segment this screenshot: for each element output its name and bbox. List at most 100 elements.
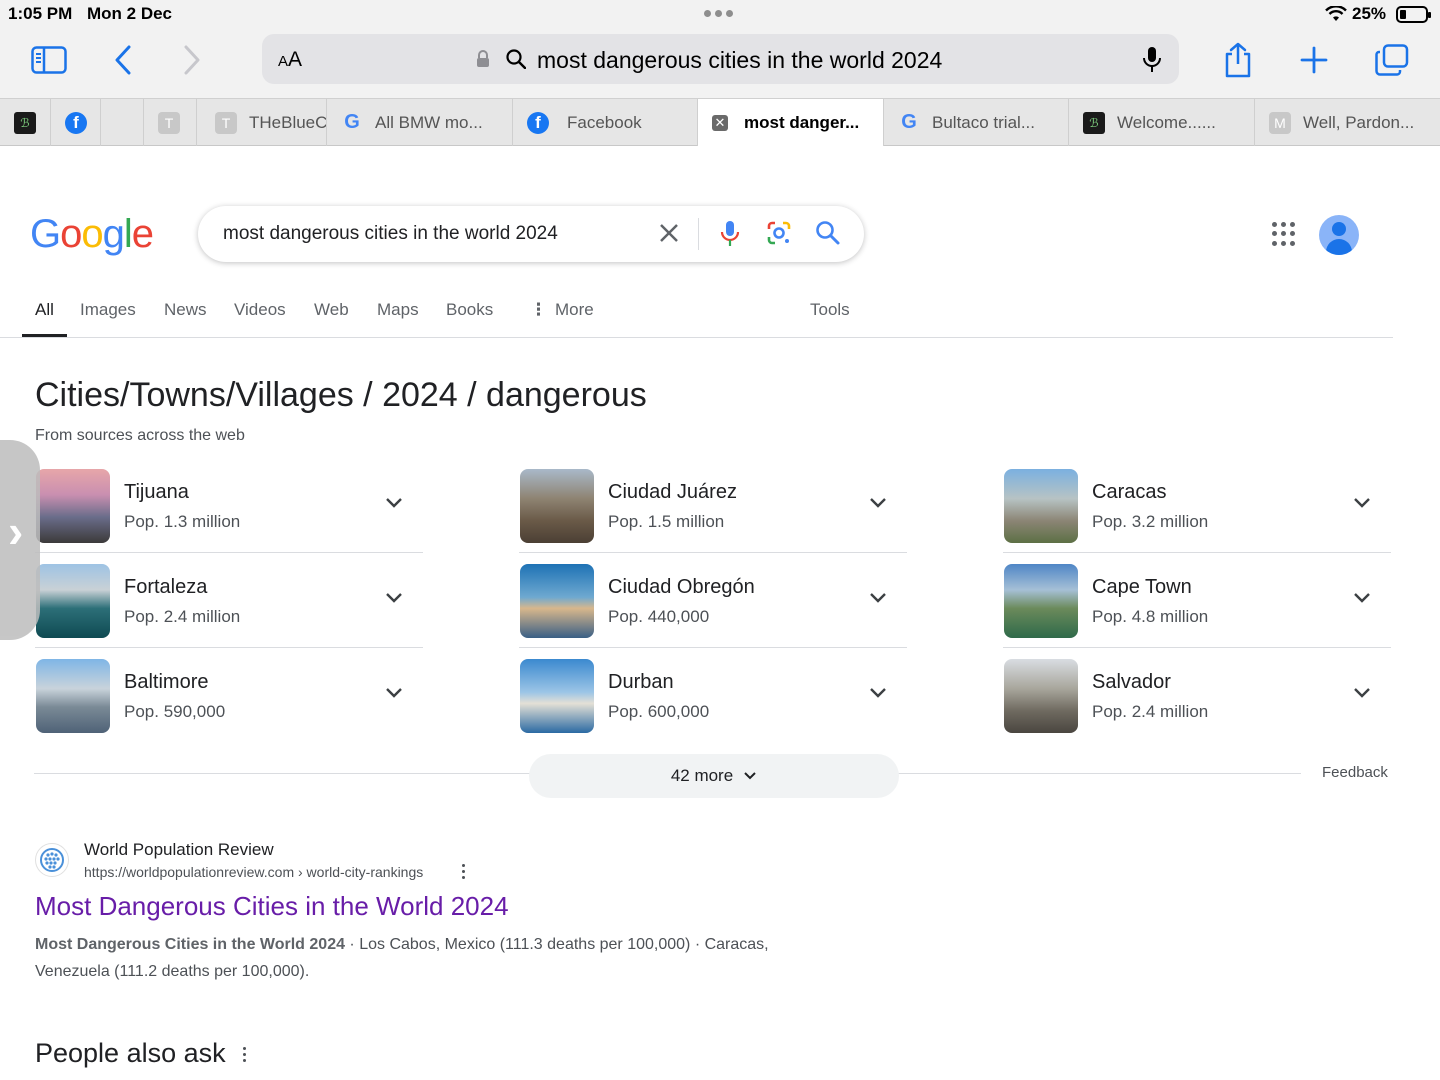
chevron-down-icon[interactable] (385, 687, 403, 699)
panel-subheading: From sources across the web (35, 427, 245, 444)
tab-item[interactable]: G Bultaco trial... (884, 99, 1069, 146)
tab-maps[interactable]: Maps (377, 300, 419, 320)
clear-icon[interactable] (656, 220, 682, 246)
city-thumbnail[interactable] (520, 564, 594, 638)
tab-news[interactable]: News (164, 300, 207, 320)
city-result-item[interactable]: Durban Pop. 600,000 (519, 659, 907, 743)
tab-item[interactable]: f Facebook (513, 99, 698, 146)
divider (698, 218, 699, 250)
chevron-down-icon[interactable] (869, 592, 887, 604)
tab-all[interactable]: All (22, 300, 67, 337)
chevron-down-icon[interactable] (1353, 687, 1371, 699)
close-icon[interactable]: ✕ (712, 114, 728, 131)
chevron-down-icon (744, 772, 756, 780)
tab-tools[interactable]: Tools (810, 300, 850, 320)
tab-item-active[interactable]: ✕ most danger... (698, 99, 884, 146)
google-apps-icon[interactable] (1272, 222, 1296, 246)
forward-icon[interactable] (172, 42, 212, 78)
city-thumbnail[interactable] (36, 564, 110, 638)
new-tab-icon[interactable] (1294, 42, 1334, 78)
divider (1003, 552, 1391, 553)
tab-videos[interactable]: Videos (234, 300, 286, 320)
city-name: Ciudad Obregón (608, 576, 755, 598)
city-result-item[interactable]: Fortaleza Pop. 2.4 million (35, 564, 423, 648)
result-url[interactable]: https://worldpopulationreview.com › worl… (84, 864, 423, 880)
city-thumbnail[interactable] (520, 469, 594, 543)
chevron-down-icon[interactable] (385, 592, 403, 604)
tab-item[interactable]: T THeBlueC (197, 99, 327, 146)
city-result-item[interactable]: Cape Town Pop. 4.8 million (1003, 564, 1391, 648)
google-lens-icon[interactable] (766, 220, 792, 246)
tab-web[interactable]: Web (314, 300, 349, 320)
city-thumbnail[interactable] (520, 659, 594, 733)
tab-books[interactable]: Books (446, 300, 493, 320)
more-options-icon[interactable] (243, 1047, 246, 1062)
search-query[interactable]: most dangerous cities in the world 2024 (223, 223, 558, 245)
address-bar[interactable]: AA most dangerous cities in the world 20… (262, 34, 1179, 84)
city-population: Pop. 600,000 (608, 702, 710, 721)
status-bar: 1:05 PM Mon 2 Dec 25% (0, 0, 1440, 30)
tab-item[interactable]: f (51, 99, 101, 146)
city-result-item[interactable]: Baltimore Pop. 590,000 (35, 659, 423, 743)
people-also-ask-heading: People also ask (35, 1038, 226, 1068)
city-thumbnail[interactable] (36, 469, 110, 543)
google-search-box[interactable]: most dangerous cities in the world 2024 (198, 206, 864, 262)
city-name: Baltimore (124, 671, 209, 693)
city-name: Caracas (1092, 481, 1167, 503)
feedback-link[interactable]: Feedback (1322, 764, 1388, 781)
city-thumbnail[interactable] (1004, 659, 1078, 733)
back-icon[interactable] (103, 42, 143, 78)
sidebar-toggle-icon[interactable] (29, 42, 69, 78)
chevron-down-icon[interactable] (385, 497, 403, 509)
facebook-icon: f (527, 111, 549, 134)
city-population: Pop. 440,000 (608, 607, 710, 626)
result-title-link[interactable]: Most Dangerous Cities in the World 2024 (35, 891, 509, 922)
search-icon[interactable] (815, 220, 841, 246)
more-results-button[interactable]: 42 more (529, 754, 899, 798)
share-icon[interactable] (1218, 42, 1258, 78)
google-logo[interactable]: Google (30, 212, 154, 257)
more-vert-icon: ⋮ (530, 300, 547, 319)
chevron-down-icon[interactable] (1353, 497, 1371, 509)
tab-images[interactable]: Images (80, 300, 136, 320)
city-population: Pop. 590,000 (124, 702, 226, 721)
tab-item[interactable]: ℬ (0, 99, 51, 146)
result-site-name[interactable]: World Population Review (84, 840, 274, 860)
side-panel-handle[interactable]: › (0, 440, 40, 640)
city-result-item[interactable]: Ciudad Obregón Pop. 440,000 (519, 564, 907, 648)
city-population: Pop. 2.4 million (124, 607, 241, 626)
tab-item[interactable]: ℬ Welcome...... (1069, 99, 1255, 146)
city-result-item[interactable]: Caracas Pop. 3.2 million (1003, 469, 1391, 553)
city-thumbnail[interactable] (1004, 469, 1078, 543)
microphone-icon[interactable] (1142, 46, 1162, 74)
tab-item[interactable] (101, 99, 144, 146)
account-avatar[interactable] (1319, 215, 1359, 255)
text-size-button[interactable]: AA (278, 48, 302, 72)
browser-toolbar: AA most dangerous cities in the world 20… (0, 30, 1440, 98)
tab-more[interactable]: ⋮ More (530, 300, 594, 320)
dark-favicon-icon: ℬ (14, 111, 36, 134)
divider (35, 552, 423, 553)
tab-title: Facebook (567, 112, 642, 132)
city-population: Pop. 2.4 million (1092, 702, 1209, 721)
chevron-down-icon[interactable] (869, 687, 887, 699)
chevron-down-icon[interactable] (1353, 592, 1371, 604)
globe-icon (35, 843, 69, 877)
multitasking-dots-icon[interactable] (704, 10, 733, 17)
tab-item[interactable]: T (144, 99, 197, 146)
tab-overview-icon[interactable] (1372, 42, 1412, 78)
tab-item[interactable]: G All BMW mo... (327, 99, 513, 146)
status-time: 1:05 PM (8, 4, 73, 23)
tab-item[interactable]: M Well, Pardon... (1255, 99, 1440, 146)
chevron-down-icon[interactable] (869, 497, 887, 509)
url-text: most dangerous cities in the world 2024 (537, 47, 943, 73)
panel-heading: Cities/Towns/Villages / 2024 / dangerous (35, 376, 647, 414)
city-result-item[interactable]: Salvador Pop. 2.4 million (1003, 659, 1391, 743)
voice-search-icon[interactable] (719, 220, 741, 248)
more-options-icon[interactable] (462, 864, 465, 879)
city-thumbnail[interactable] (36, 659, 110, 733)
tab-bar: ℬ f T T THeBlueC G All BMW mo... f Faceb… (0, 98, 1440, 146)
city-result-item[interactable]: Ciudad Juárez Pop. 1.5 million (519, 469, 907, 553)
city-result-item[interactable]: Tijuana Pop. 1.3 million (35, 469, 423, 553)
city-thumbnail[interactable] (1004, 564, 1078, 638)
